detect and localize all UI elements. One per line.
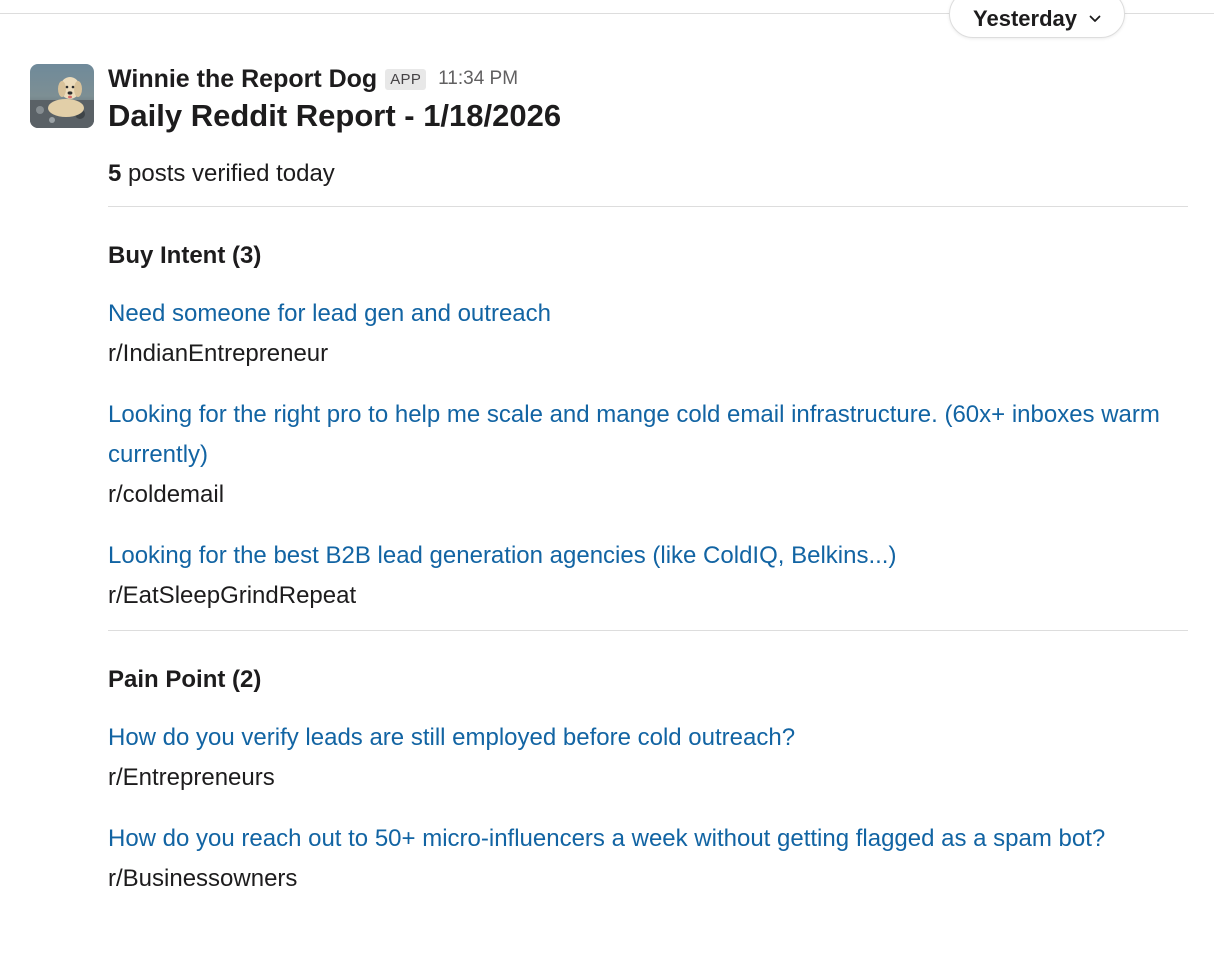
post-item: How do you reach out to 50+ micro-influe… — [108, 819, 1188, 899]
post-item: Looking for the best B2B lead generation… — [108, 536, 1188, 616]
app-badge: APP — [385, 68, 427, 90]
post-item: Looking for the right pro to help me sca… — [108, 395, 1188, 515]
post-subreddit: r/coldemail — [108, 481, 225, 508]
summary-text: posts verified today — [121, 160, 335, 187]
sender-name[interactable]: Winnie the Report Dog — [108, 65, 377, 94]
verified-count: 5 — [108, 160, 122, 187]
post-subreddit: r/IndianEntrepreneur — [108, 340, 329, 367]
post-subreddit: r/Businessowners — [108, 865, 298, 892]
dog-photo-avatar[interactable] — [30, 64, 94, 128]
section-title-pain-point: Pain Point (2) — [108, 666, 262, 693]
chevron-down-icon — [1089, 15, 1101, 23]
post-link[interactable]: Need someone for lead gen and outreach — [108, 294, 1188, 334]
post-subreddit: r/EatSleepGrindRepeat — [108, 582, 357, 609]
message-timestamp[interactable]: 11:34 PM — [438, 68, 518, 90]
section-title-buy-intent: Buy Intent (3) — [108, 242, 262, 269]
report-summary: 5 posts verified today — [108, 158, 1188, 190]
post-link[interactable]: How do you reach out to 50+ micro-influe… — [108, 819, 1188, 859]
post-link[interactable]: How do you verify leads are still employ… — [108, 718, 1188, 758]
section-divider — [108, 630, 1188, 631]
day-divider-button[interactable]: Yesterday — [949, 0, 1125, 38]
post-link[interactable]: Looking for the best B2B lead generation… — [108, 536, 1188, 576]
post-subreddit: r/Entrepreneurs — [108, 764, 275, 791]
report-title: Daily Reddit Report - 1/18/2026 — [108, 98, 562, 133]
day-divider-label: Yesterday — [973, 6, 1077, 31]
post-item: Need someone for lead gen and outreach r… — [108, 294, 1188, 374]
post-item: How do you verify leads are still employ… — [108, 718, 1188, 798]
message-header: Winnie the Report Dog APP 11:34 PM — [108, 64, 1188, 94]
message-content: Winnie the Report Dog APP 11:34 PM Daily… — [108, 64, 1188, 899]
section-divider — [108, 206, 1188, 207]
post-link[interactable]: Looking for the right pro to help me sca… — [108, 395, 1188, 475]
